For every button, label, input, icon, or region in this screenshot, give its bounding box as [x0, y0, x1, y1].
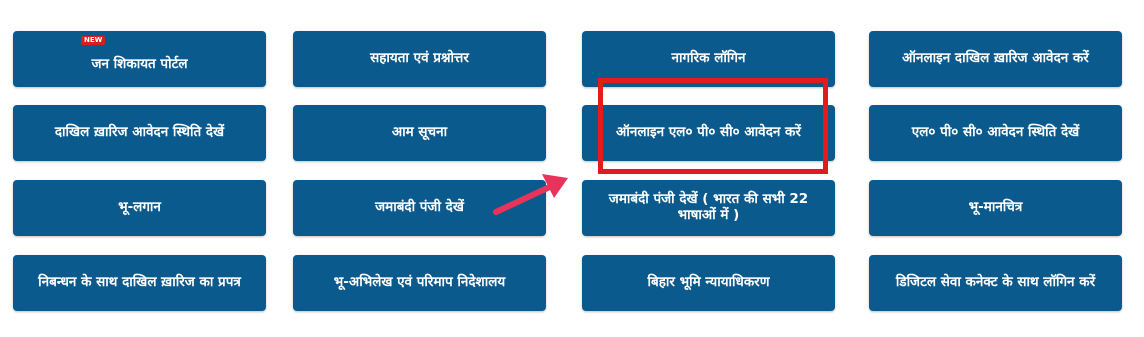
tile-land-records-directorate[interactable]: भू-अभिलेख एवं परिमाप निदेशालय [293, 255, 546, 311]
tile-label: ऑनलाइन दाखिल ख़ारिज आवेदन करें [902, 50, 1089, 67]
tile-label: सहायता एवं प्रश्नोत्तर [370, 50, 469, 67]
tile-label: ऑनलाइन एल० पी० सी० आवेदन करें [616, 124, 801, 141]
tile-label: निबन्धन के साथ दाखिल ख़ारिज का प्रपत्र [38, 274, 241, 291]
tile-label: दाखिल ख़ारिज आवेदन स्थिति देखें [54, 124, 225, 141]
tile-label: नागरिक लॉगिन [671, 50, 746, 67]
new-badge: NEW [81, 36, 106, 45]
tile-label: एल० पी० सी० आवेदन स्थिति देखें [911, 124, 1080, 141]
tile-online-lpc-apply[interactable]: ऑनलाइन एल० पी० सी० आवेदन करें [582, 105, 835, 161]
tile-label: जमाबंदी पंजी देखें [375, 199, 464, 216]
tile-label: आम सूचना [391, 124, 448, 141]
tile-registration-mutation-form[interactable]: निबन्धन के साथ दाखिल ख़ारिज का प्रपत्र [13, 255, 266, 311]
tile-citizen-login[interactable]: नागरिक लॉगिन [582, 31, 835, 87]
tile-view-jamabandi-languages[interactable]: जमाबंदी पंजी देखें ( भारत की सभी 22 भाषा… [582, 180, 835, 236]
tile-label: भू-लगान [118, 199, 161, 216]
tile-label: भू-अभिलेख एवं परिमाप निदेशालय [333, 274, 506, 291]
tile-lpc-status[interactable]: एल० पी० सी० आवेदन स्थिति देखें [869, 105, 1122, 161]
tile-label: जन शिकायत पोर्टल [91, 56, 188, 73]
tile-public-notice[interactable]: आम सूचना [293, 105, 546, 161]
tile-label: भू-मानचित्र [968, 199, 1023, 216]
tile-help-faq[interactable]: सहायता एवं प्रश्नोत्तर [293, 31, 546, 87]
tile-land-revenue[interactable]: भू-लगान [13, 180, 266, 236]
tile-label: जमाबंदी पंजी देखें ( भारत की सभी 22 भाषा… [608, 191, 809, 223]
tile-mutation-status[interactable]: दाखिल ख़ारिज आवेदन स्थिति देखें [13, 105, 266, 161]
tile-online-mutation-apply[interactable]: ऑनलाइन दाखिल ख़ारिज आवेदन करें [869, 31, 1122, 87]
tile-land-map[interactable]: भू-मानचित्र [869, 180, 1122, 236]
tile-bihar-land-tribunal[interactable]: बिहार भूमि न्यायाधिकरण [582, 255, 835, 311]
tile-jan-shikayat-portal[interactable]: NEW जन शिकायत पोर्टल [13, 31, 266, 87]
services-grid: NEW जन शिकायत पोर्टल सहायता एवं प्रश्नोत… [0, 0, 1144, 337]
tile-digital-seva-connect-login[interactable]: डिजिटल सेवा कनेक्ट के साथ लॉगिन करें [869, 255, 1122, 311]
tile-label: बिहार भूमि न्यायाधिकरण [647, 274, 770, 291]
tile-view-jamabandi[interactable]: जमाबंदी पंजी देखें [293, 180, 546, 236]
tile-label: डिजिटल सेवा कनेक्ट के साथ लॉगिन करें [895, 274, 1096, 291]
